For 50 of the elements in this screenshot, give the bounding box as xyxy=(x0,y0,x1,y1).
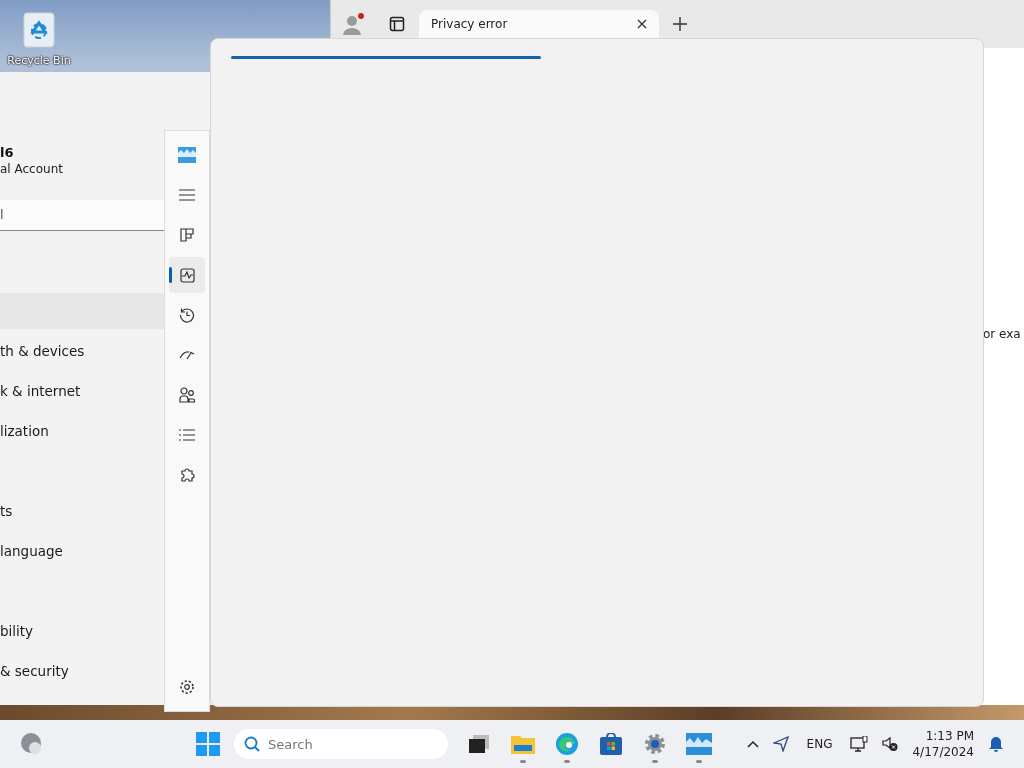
new-tab-icon[interactable] xyxy=(673,17,687,31)
menu-icon xyxy=(179,189,195,201)
mountain-chart-icon xyxy=(686,733,712,755)
gauge-icon xyxy=(179,350,195,360)
window-icon xyxy=(469,735,489,753)
sidebar-icon[interactable] xyxy=(389,16,405,32)
nav-item[interactable]: & security xyxy=(0,653,165,689)
running-indicator xyxy=(564,760,570,763)
nav-item[interactable]: k & internet xyxy=(0,373,165,409)
gear-icon xyxy=(643,732,667,756)
profile-icon[interactable] xyxy=(341,12,365,36)
nav-item[interactable]: ts xyxy=(0,493,165,529)
dashboard-icon xyxy=(180,228,194,242)
location-icon[interactable] xyxy=(772,736,789,752)
nav-item[interactable]: lization xyxy=(0,413,165,449)
close-icon[interactable] xyxy=(637,19,647,29)
nav-item[interactable]: bility xyxy=(0,613,165,649)
history-icon xyxy=(179,307,195,323)
network-icon[interactable] xyxy=(850,736,869,752)
running-indicator xyxy=(696,760,702,763)
running-indicator xyxy=(520,760,526,763)
people-icon xyxy=(179,387,195,403)
browser-tab[interactable]: Privacy error xyxy=(419,10,659,38)
clock-time[interactable]: 1:13 PM xyxy=(925,729,974,743)
page-text: or exa xyxy=(983,327,1021,341)
settings-icon xyxy=(179,679,195,695)
account-type: al Account xyxy=(0,162,63,176)
settings-search-field[interactable]: l xyxy=(0,200,164,231)
notification-bell-icon[interactable] xyxy=(988,735,1004,753)
taskbar-search-field[interactable]: Search xyxy=(234,729,448,759)
app-logo-icon xyxy=(178,147,196,163)
weather-icon[interactable] xyxy=(20,732,44,756)
pulse-icon xyxy=(179,267,195,283)
running-indicator xyxy=(652,760,658,763)
sidebar-nav-item[interactable] xyxy=(169,257,205,293)
start-icon[interactable] xyxy=(196,732,220,756)
recycle-bin-icon[interactable] xyxy=(21,10,57,50)
account-name: l6 xyxy=(0,145,14,160)
nav-item[interactable]: th & devices xyxy=(0,333,165,369)
list-icon xyxy=(179,429,195,441)
store-icon xyxy=(600,733,622,755)
search-icon xyxy=(244,736,260,752)
chevron-up-icon[interactable] xyxy=(746,740,759,748)
volume-muted-icon[interactable] xyxy=(882,736,899,752)
folder-icon xyxy=(511,734,535,754)
puzzle-icon xyxy=(179,467,195,483)
clock-date[interactable]: 4/17/2024 xyxy=(912,745,974,759)
language-indicator[interactable]: ENG xyxy=(806,737,833,751)
browser-icon xyxy=(555,732,579,756)
nav-item[interactable]: language xyxy=(0,533,165,569)
